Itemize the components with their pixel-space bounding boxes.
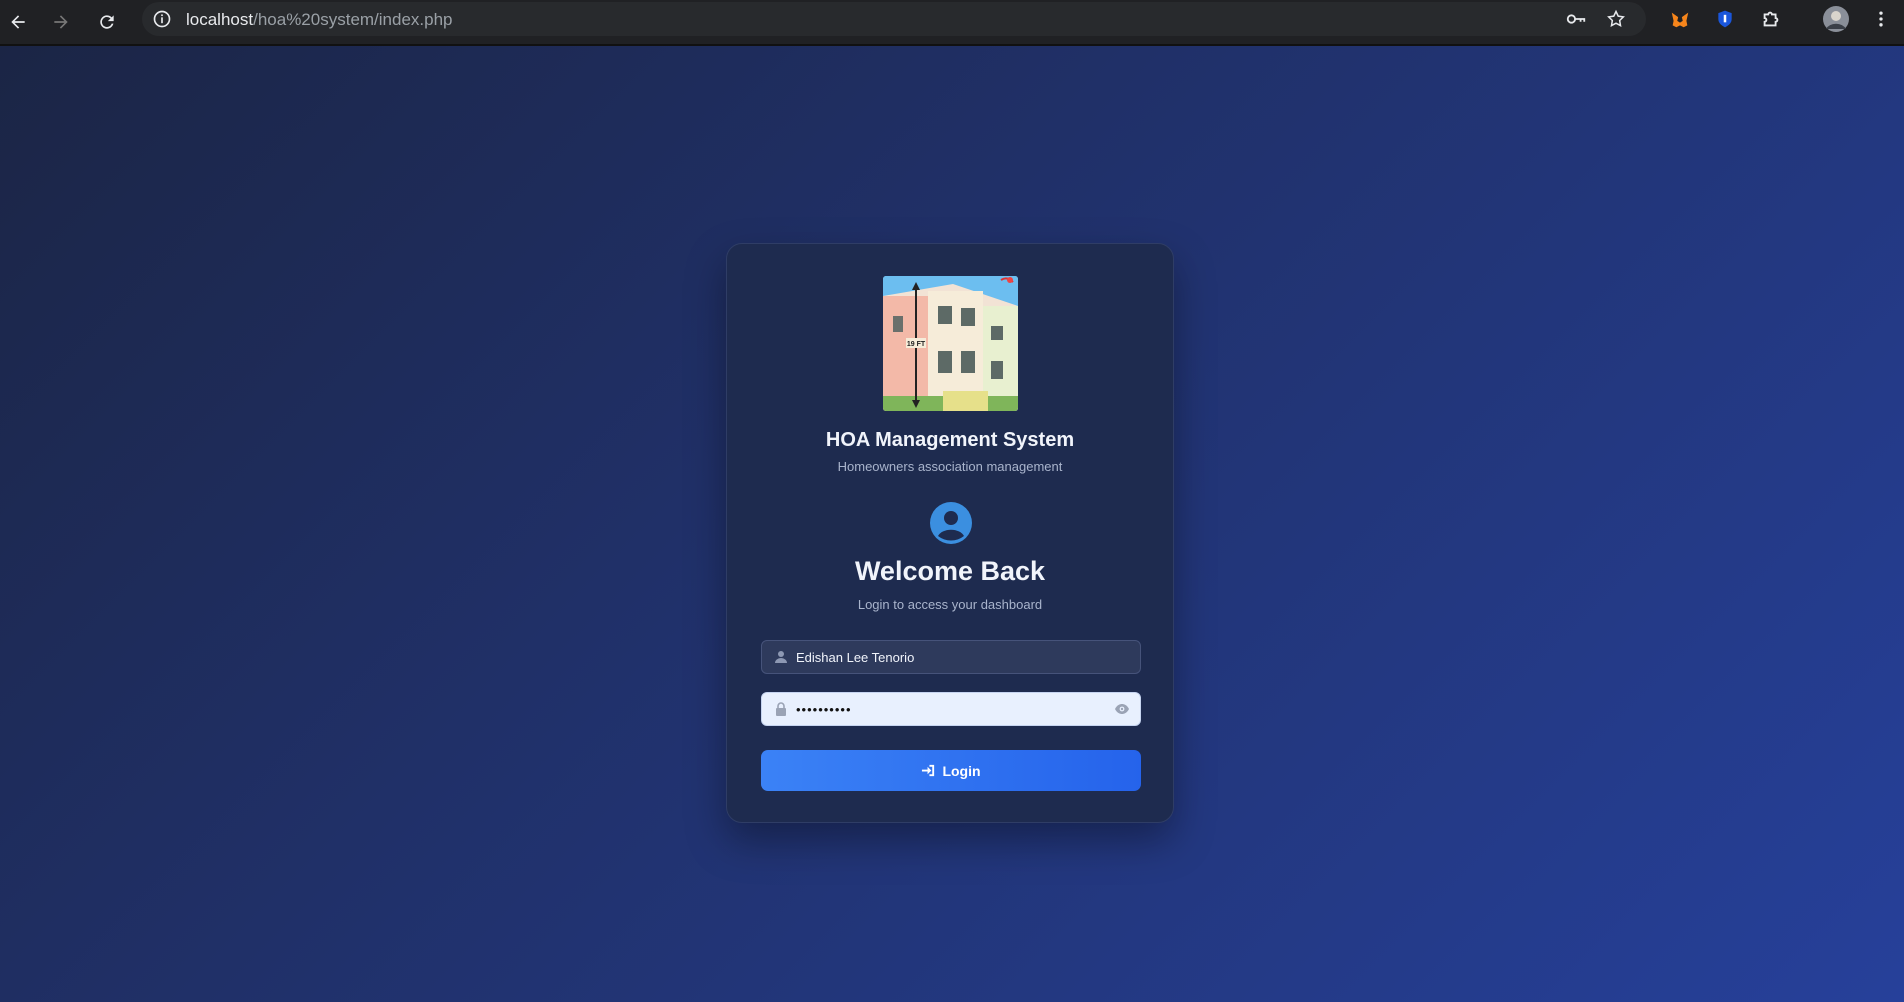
extensions-puzzle-icon[interactable] [1758, 6, 1784, 32]
login-button-label: Login [942, 762, 981, 779]
username-input[interactable] [796, 641, 1106, 673]
url-text[interactable]: localhost/hoa%20system/index.php [186, 10, 453, 30]
password-input[interactable] [796, 693, 1106, 725]
login-button[interactable]: Login [761, 750, 1141, 791]
app-title: HOA Management System [825, 429, 1075, 451]
app-subtitle: Homeowners association management [837, 459, 1063, 474]
hoa-logo-image: 19 FT [883, 276, 1018, 411]
url-host: localhost [186, 10, 254, 29]
eye-icon[interactable] [1114, 702, 1130, 716]
url-path: /hoa%20system/index.php [253, 10, 453, 29]
reload-button[interactable] [92, 7, 122, 37]
lock-icon [776, 702, 786, 716]
metamask-extension-icon[interactable] [1667, 6, 1693, 32]
bookmark-star-icon[interactable] [1604, 7, 1628, 31]
browser-toolbar: localhost/hoa%20system/index.php [0, 0, 1904, 46]
shield-extension-icon[interactable] [1712, 6, 1738, 32]
sign-in-icon [922, 764, 935, 777]
login-card: 19 FT HOA Management System Homeowners a… [726, 243, 1174, 823]
logo-height-label: 19 FT [907, 341, 926, 348]
user-icon [775, 651, 787, 663]
back-button[interactable] [3, 7, 33, 37]
site-info-icon[interactable] [150, 7, 174, 31]
key-icon[interactable] [1564, 7, 1588, 31]
username-field[interactable] [761, 640, 1141, 674]
user-circle-icon [930, 502, 972, 544]
forward-button[interactable] [46, 7, 76, 37]
password-field[interactable] [761, 692, 1141, 726]
welcome-heading: Welcome Back [854, 556, 1046, 586]
address-bar[interactable]: localhost/hoa%20system/index.php [142, 2, 1646, 36]
welcome-subheading: Login to access your dashboard [857, 597, 1043, 612]
arrow-right-icon [54, 15, 68, 29]
profile-avatar[interactable] [1823, 6, 1849, 32]
arrow-left-icon [11, 15, 25, 29]
page-background: 19 FT HOA Management System Homeowners a… [0, 46, 1904, 1002]
browser-menu-icon[interactable] [1868, 6, 1894, 32]
reload-icon [100, 15, 114, 29]
